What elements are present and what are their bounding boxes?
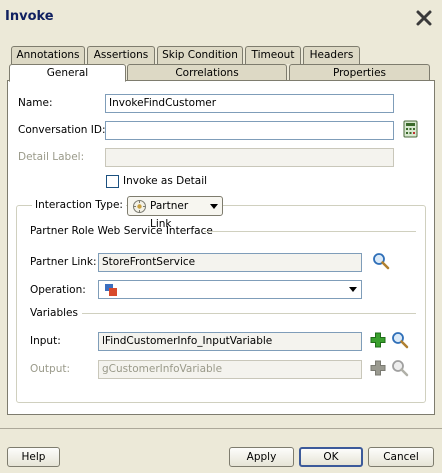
chevron-down-icon (210, 204, 218, 209)
interaction-type-dropdown[interactable]: Partner Link (127, 196, 223, 230)
invoke-as-detail-label: Invoke as Detail (123, 175, 208, 187)
operation-icon (104, 283, 118, 300)
input-variable-field[interactable]: lFindCustomerInfo_InputVariable (98, 332, 362, 351)
cancel-button[interactable]: Cancel (368, 447, 434, 467)
search-icon[interactable] (391, 331, 409, 349)
apply-button[interactable]: Apply (229, 447, 294, 467)
tab-assertions[interactable]: Assertions (87, 46, 155, 64)
interaction-type-label: Interaction Type: (32, 199, 126, 211)
variables-divider (82, 313, 416, 314)
name-label: Name: (18, 97, 53, 109)
calculator-icon[interactable] (402, 120, 420, 138)
variables-heading: Variables (30, 307, 78, 319)
tab-timeout[interactable]: Timeout (245, 46, 301, 64)
general-panel: Name: InvokeFindCustomer Conversation ID… (7, 80, 435, 415)
title-bar: Invoke (0, 0, 442, 38)
conversation-id-label: Conversation ID: (18, 124, 106, 136)
search-icon (391, 359, 409, 377)
tab-headers[interactable]: Headers (303, 46, 360, 64)
add-icon[interactable] (370, 332, 386, 348)
invoke-as-detail-checkbox[interactable] (106, 175, 119, 188)
partner-link-label: Partner Link: (30, 256, 97, 268)
detail-label-field (105, 148, 394, 167)
search-icon[interactable] (372, 252, 390, 270)
tab-skip-condition[interactable]: Skip Condition (157, 46, 243, 64)
close-icon[interactable] (415, 9, 433, 27)
chevron-down-icon (349, 287, 357, 292)
partner-role-heading: Partner Role Web Service Interface (30, 225, 213, 237)
operation-select[interactable] (98, 280, 362, 299)
footer-divider (0, 428, 442, 429)
output-variable-field: gCustomerInfoVariable (98, 360, 362, 379)
tab-general[interactable]: General (9, 64, 126, 82)
partner-link-icon (132, 199, 147, 220)
input-label: Input: (30, 335, 61, 347)
dialog-title: Invoke (5, 9, 54, 24)
output-label: Output: (30, 363, 71, 375)
partner-link-field[interactable]: StoreFrontService (98, 253, 362, 272)
partner-role-divider (204, 231, 416, 232)
add-icon (370, 360, 386, 376)
help-button[interactable]: Help (7, 447, 60, 467)
invoke-dialog: Invoke Annotations Assertions Skip Condi… (0, 0, 442, 473)
operation-label: Operation: (30, 284, 86, 296)
ok-button[interactable]: OK (299, 447, 363, 467)
name-field[interactable]: InvokeFindCustomer (105, 94, 394, 113)
detail-label-label: Detail Label: (18, 151, 85, 163)
tab-annotations[interactable]: Annotations (11, 46, 85, 64)
conversation-id-field[interactable] (105, 121, 394, 140)
